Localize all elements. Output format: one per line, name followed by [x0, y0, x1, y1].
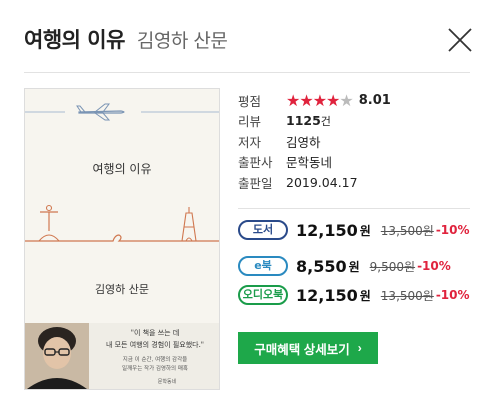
price-divider: [238, 208, 470, 209]
star-filled-icon: ★: [286, 90, 300, 110]
discount-rate: -10%: [417, 259, 451, 273]
price-row-audiobook[interactable]: 오디오북 12,150 원 13,500원 -10%: [238, 285, 470, 305]
price-row-ebook[interactable]: e북 8,550 원 9,500원 -10%: [238, 256, 451, 276]
star-filled-icon: ★: [299, 90, 313, 110]
cover-quote-line-1: "이 책을 쓰는 데: [131, 328, 180, 337]
purchase-benefits-label: 구매혜택 상세보기: [254, 342, 350, 357]
date-row: 출판일 2019.04.17: [238, 172, 391, 192]
header-divider: [24, 72, 470, 73]
rating-value: 8.01: [358, 92, 391, 108]
price-value: 12,150: [296, 285, 358, 305]
cover-book-title: 여행의 이유: [92, 161, 151, 176]
badge-audiobook: 오디오북: [238, 285, 288, 305]
star-filled-icon: ★: [312, 90, 327, 110]
cover-blurb-line-1: 지금 이 순간, 여행의 감각을: [123, 355, 187, 363]
review-count[interactable]: 1125: [286, 113, 321, 128]
cover-author: 김영하 산문: [95, 282, 149, 296]
star-icon: ★★★★★: [286, 90, 354, 110]
publisher-label: 출판사: [238, 155, 273, 170]
publisher-logo: 문학동네: [158, 378, 177, 385]
price-value: 8,550: [296, 256, 347, 276]
discount-rate: -10%: [435, 223, 470, 237]
publisher-value[interactable]: 문학동네: [286, 152, 332, 171]
book-popup: 여행의 이유 김영하 산문 여행의 이유 김영하 산문 "이 책을 쓰는 데 내…: [0, 0, 492, 416]
original-price: 13,500원: [380, 288, 434, 303]
date-value: 2019.04.17: [286, 174, 358, 190]
popup-header: 여행의 이유 김영하 산문: [24, 24, 228, 56]
rating-row: 평점 ★★★★★ 8.01: [238, 90, 391, 110]
book-info: 평점 ★★★★★ 8.01 리뷰 1125 건 저자 김영하 출판사 문학동네 …: [238, 90, 391, 193]
price-unit: 원: [359, 223, 371, 238]
review-unit: 건: [320, 114, 331, 128]
book-subtitle: 김영하 산문: [136, 30, 228, 52]
author-row: 저자 김영하: [238, 131, 391, 151]
star-filled-icon: ★: [326, 90, 340, 110]
close-icon: [448, 28, 472, 52]
price-value: 12,150: [296, 220, 358, 240]
chevron-right-icon: ›: [357, 341, 362, 355]
date-label: 출판일: [238, 175, 273, 191]
discount-rate: -10%: [435, 288, 470, 302]
christ-statue-icon: [38, 204, 60, 242]
cover-blurb-line-2: 일깨우는 작가 김영하의 매혹: [122, 364, 188, 372]
close-button[interactable]: [446, 26, 474, 54]
cover-quote-line-2: 내 모든 여행의 경험이 필요했다.": [106, 340, 204, 349]
airplane-icon: [25, 103, 219, 121]
price-row-book[interactable]: 도서 12,150 원 13,500원 -10%: [238, 220, 470, 240]
purchase-benefits-button[interactable]: 구매혜택 상세보기 ›: [238, 332, 378, 364]
review-row: 리뷰 1125 건: [238, 111, 391, 131]
book-cover[interactable]: 여행의 이유 김영하 산문 "이 책을 쓰는 데 내 모든 여행의 경험이 필요…: [24, 88, 220, 390]
badge-book: 도서: [238, 220, 288, 240]
price-unit: 원: [359, 288, 371, 303]
author-label: 저자: [238, 134, 262, 150]
price-unit: 원: [348, 259, 360, 274]
book-title: 여행의 이유: [24, 28, 125, 52]
review-label: 리뷰: [238, 114, 262, 129]
publisher-row: 출판사 문학동네: [238, 152, 391, 172]
star-empty-icon: ★: [339, 90, 353, 110]
author-value[interactable]: 김영하: [286, 132, 321, 151]
eiffel-tower-icon: [181, 207, 197, 242]
original-price: 13,500원: [380, 223, 434, 238]
author-photo: [25, 323, 89, 389]
badge-ebook: e북: [238, 256, 288, 276]
original-price: 9,500원: [369, 259, 416, 274]
rating-label: 평점: [238, 93, 262, 109]
